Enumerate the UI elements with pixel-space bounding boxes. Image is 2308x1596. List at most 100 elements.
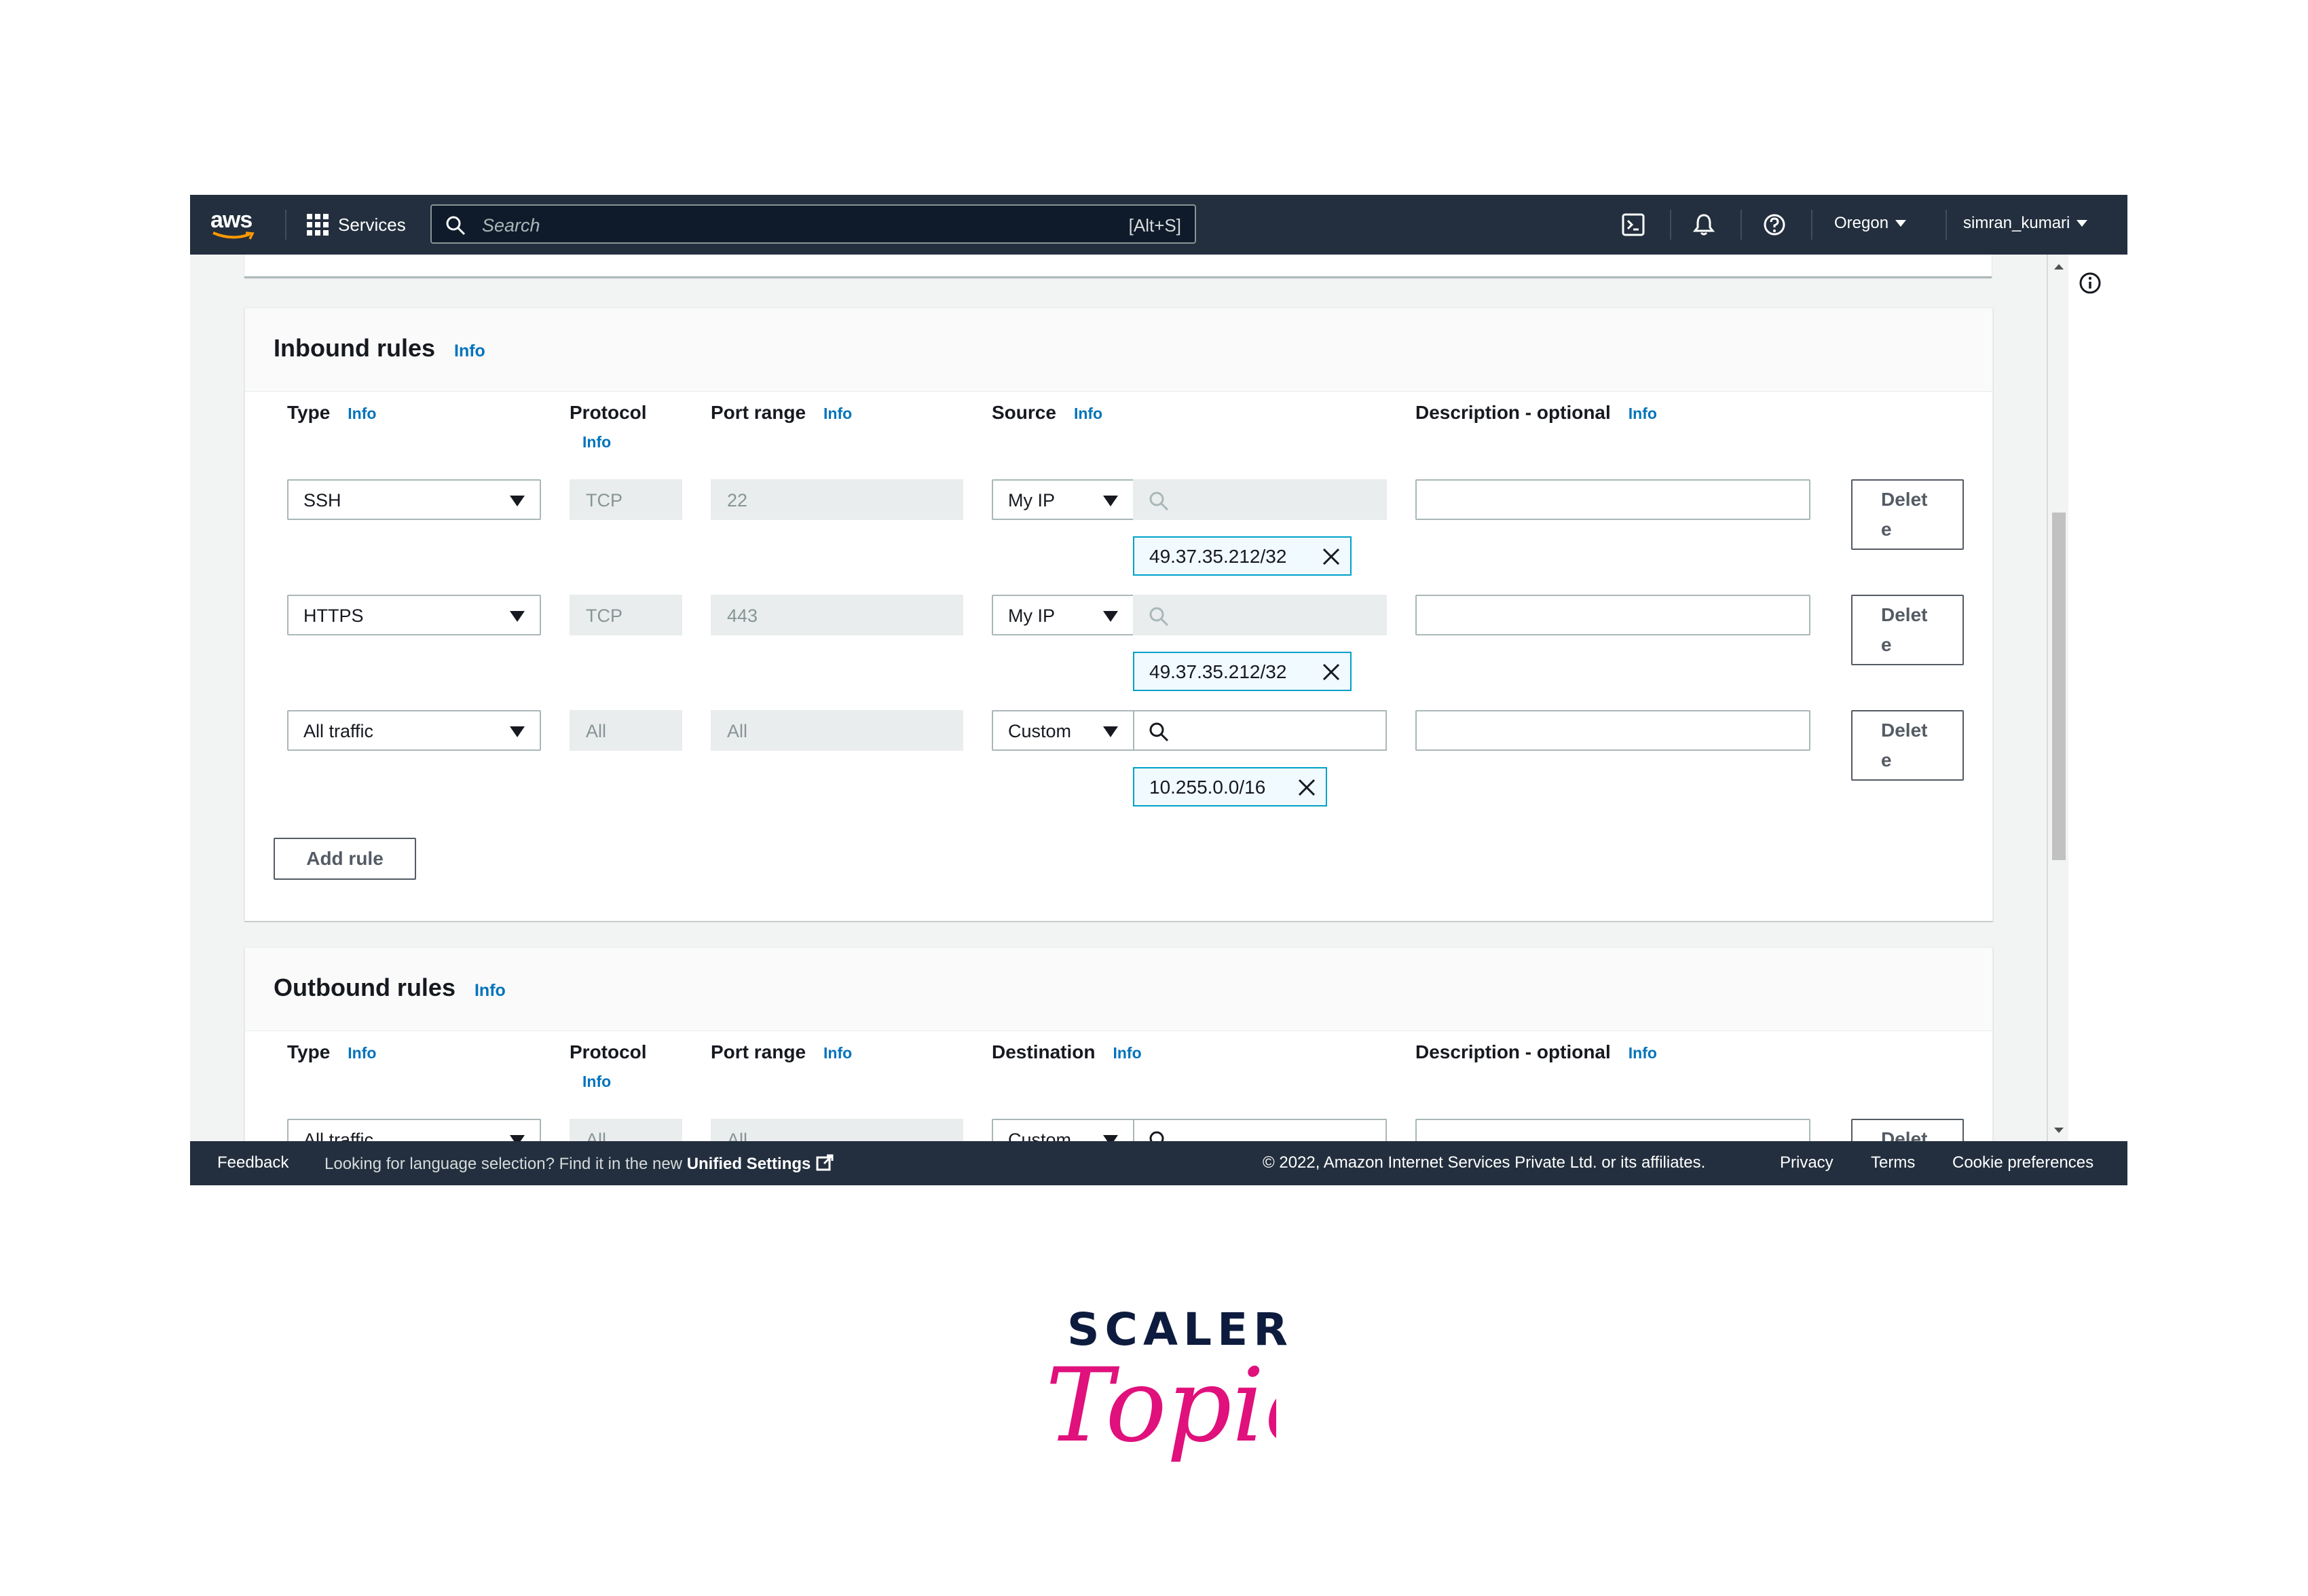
rule-type-select[interactable]: SSH bbox=[287, 479, 541, 520]
source-type-select[interactable]: Custom bbox=[992, 710, 1134, 751]
rule-type-select[interactable]: All traffic bbox=[287, 710, 541, 751]
outbound-title: Outbound rules Info bbox=[274, 973, 506, 1002]
column-header-destination: Destination Info bbox=[992, 1041, 1142, 1062]
source-cidr-token: 49.37.35.212/32 bbox=[1133, 536, 1352, 576]
delete-rule-button[interactable]: Delet e bbox=[1851, 710, 1964, 781]
main-content: Inbound rules Info Type Info Protocol Info… bbox=[190, 255, 2070, 1141]
dropdown-caret-icon bbox=[510, 1135, 525, 1141]
port-range-field: 443 bbox=[711, 595, 963, 635]
rule-type-select[interactable]: All traffic bbox=[287, 1119, 541, 1141]
bell-icon[interactable] bbox=[1692, 212, 1716, 237]
rule-type-select[interactable]: HTTPS bbox=[287, 595, 541, 635]
nav-divider bbox=[1670, 210, 1671, 240]
caret-down-icon bbox=[1895, 220, 1907, 227]
cloudshell-icon[interactable] bbox=[1621, 212, 1645, 237]
dropdown-caret-icon bbox=[1103, 726, 1118, 737]
scaler-topics-logo: SCALER Topics bbox=[1045, 1303, 1288, 1487]
dropdown-caret-icon bbox=[510, 611, 525, 622]
info-link[interactable]: Info bbox=[1628, 1044, 1657, 1062]
source-cidr-token: 49.37.35.212/32 bbox=[1133, 652, 1352, 691]
description-input[interactable] bbox=[1415, 479, 1810, 520]
dropdown-caret-icon bbox=[1103, 496, 1118, 506]
copyright-text: © 2022, Amazon Internet Services Private… bbox=[1263, 1153, 1706, 1172]
outbound-rules-panel: Outbound rules Info Type Info Protocol Inf… bbox=[244, 947, 1993, 1141]
source-search-input[interactable] bbox=[1133, 710, 1387, 751]
region-selector[interactable]: Oregon bbox=[1834, 214, 1907, 233]
destination-type-select[interactable]: Custom bbox=[992, 1119, 1134, 1141]
delete-rule-button[interactable]: Delet bbox=[1851, 1119, 1964, 1141]
privacy-link[interactable]: Privacy bbox=[1780, 1153, 1834, 1172]
unified-settings-link[interactable]: Unified Settings bbox=[687, 1155, 811, 1173]
services-label: Services bbox=[338, 214, 406, 235]
dropdown-caret-icon bbox=[510, 726, 525, 737]
help-panel-rail bbox=[2068, 255, 2127, 1141]
close-icon[interactable] bbox=[1320, 546, 1342, 568]
delete-rule-button[interactable]: Delet e bbox=[1851, 479, 1964, 550]
info-link[interactable]: Info bbox=[1628, 405, 1657, 422]
column-header-description: Description - optional Info bbox=[1415, 402, 1657, 423]
add-rule-button[interactable]: Add rule bbox=[274, 838, 416, 880]
protocol-field: All bbox=[570, 1119, 682, 1141]
info-link[interactable]: Info bbox=[1074, 405, 1102, 422]
aws-smile-icon bbox=[212, 231, 255, 240]
description-input[interactable] bbox=[1415, 1119, 1810, 1141]
destination-search-input[interactable] bbox=[1133, 1119, 1387, 1141]
source-type-select[interactable]: My IP bbox=[992, 479, 1134, 520]
top-navigation: aws Services Search [Alt+S] Oregon simra… bbox=[190, 195, 2127, 255]
nav-divider bbox=[285, 210, 286, 240]
source-type-select[interactable]: My IP bbox=[992, 595, 1134, 635]
feedback-link[interactable]: Feedback bbox=[217, 1153, 288, 1172]
aws-logo[interactable]: aws bbox=[210, 207, 258, 242]
scroll-down-arrow-icon[interactable] bbox=[2054, 1128, 2064, 1133]
column-header-port-range: Port range Info bbox=[711, 1041, 853, 1062]
description-input[interactable] bbox=[1415, 710, 1810, 751]
info-link[interactable]: Info bbox=[454, 341, 485, 360]
port-range-field: All bbox=[711, 1119, 963, 1141]
info-link[interactable]: Info bbox=[582, 1073, 611, 1091]
search-shortcut: [Alt+S] bbox=[1128, 215, 1181, 236]
dropdown-caret-icon bbox=[1103, 1135, 1118, 1141]
scroll-up-arrow-icon[interactable] bbox=[2054, 264, 2064, 270]
column-header-protocol: Protocol bbox=[570, 1041, 647, 1062]
column-header-type: Type Info bbox=[287, 1041, 377, 1062]
nav-divider bbox=[1811, 210, 1812, 240]
info-link[interactable]: Info bbox=[1113, 1044, 1141, 1062]
description-input[interactable] bbox=[1415, 595, 1810, 635]
info-circle-icon[interactable] bbox=[2078, 271, 2102, 295]
account-menu[interactable]: simran_kumari bbox=[1963, 214, 2088, 233]
aws-console-window: aws Services Search [Alt+S] Oregon simra… bbox=[190, 195, 2127, 1185]
nav-divider bbox=[1946, 210, 1947, 240]
cookie-preferences-link[interactable]: Cookie preferences bbox=[1952, 1153, 2093, 1172]
info-link[interactable]: Info bbox=[348, 1044, 376, 1062]
scrollbar-thumb[interactable] bbox=[2052, 513, 2066, 860]
region-label: Oregon bbox=[1834, 214, 1889, 232]
search-icon bbox=[1149, 722, 1169, 742]
column-header-type: Type Info bbox=[287, 402, 377, 423]
caret-down-icon bbox=[2077, 220, 2088, 227]
close-icon[interactable] bbox=[1320, 661, 1342, 683]
nav-divider bbox=[1741, 210, 1742, 240]
port-range-field: All bbox=[711, 710, 963, 751]
topics-script-text: Topics bbox=[1045, 1347, 1276, 1465]
terms-link[interactable]: Terms bbox=[1871, 1153, 1915, 1172]
services-menu-button[interactable]: Services bbox=[307, 211, 406, 238]
protocol-field: TCP bbox=[570, 595, 682, 635]
dropdown-caret-icon bbox=[510, 496, 525, 506]
info-link[interactable]: Info bbox=[348, 405, 376, 422]
external-link-icon bbox=[816, 1154, 834, 1171]
language-notice: Looking for language selection? Find it … bbox=[324, 1153, 834, 1174]
delete-rule-button[interactable]: Delet e bbox=[1851, 595, 1964, 665]
info-link[interactable]: Info bbox=[474, 981, 506, 1000]
close-icon[interactable] bbox=[1296, 777, 1318, 798]
search-input[interactable]: Search [Alt+S] bbox=[430, 204, 1196, 244]
source-search-input[interactable] bbox=[1133, 595, 1387, 635]
source-search-input[interactable] bbox=[1133, 479, 1387, 520]
search-placeholder: Search bbox=[482, 215, 540, 236]
info-link[interactable]: Info bbox=[582, 433, 611, 451]
help-icon[interactable] bbox=[1762, 212, 1787, 237]
search-icon bbox=[1149, 491, 1169, 511]
info-link[interactable]: Info bbox=[823, 1044, 852, 1062]
info-link[interactable]: Info bbox=[823, 405, 852, 422]
source-cidr-token: 10.255.0.0/16 bbox=[1133, 767, 1327, 806]
vertical-scrollbar[interactable] bbox=[2047, 255, 2068, 1141]
